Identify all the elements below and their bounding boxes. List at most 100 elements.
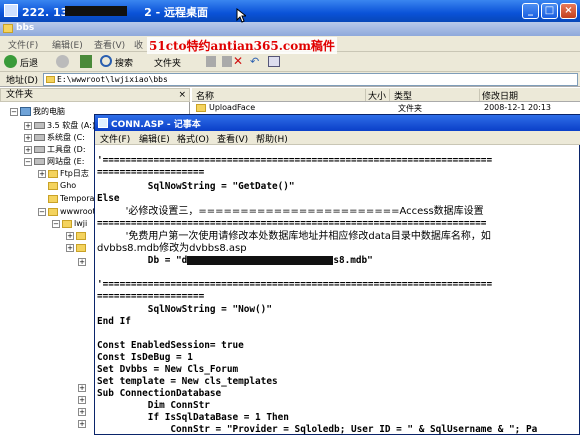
code-line: dvbbs8.mdb修改为dvbbs8.asp xyxy=(97,243,247,254)
code-line: Const EnabledSession= true xyxy=(97,340,244,351)
folder-icon xyxy=(62,219,72,228)
expand-icon[interactable]: + xyxy=(78,258,86,266)
tree-item[interactable]: Gho xyxy=(48,180,76,192)
code-line: =================== xyxy=(97,167,205,178)
folder-icon xyxy=(3,24,13,33)
code-line: '=======================================… xyxy=(97,155,493,166)
explorer-titlebar[interactable]: bbs xyxy=(0,22,580,36)
remote-desktop-titlebar[interactable]: 222. 134. 2 - 远程桌面 _ □ × xyxy=(0,0,580,22)
tree-item[interactable]: − lwji xyxy=(52,218,87,230)
expand-icon[interactable]: + xyxy=(66,243,74,252)
computer-icon xyxy=(20,107,31,116)
notepad-icon xyxy=(98,118,108,128)
forward-arrow-icon[interactable] xyxy=(56,55,69,68)
collapse-icon[interactable]: − xyxy=(24,157,32,166)
expand-icon[interactable]: + xyxy=(78,420,86,428)
expand-icon[interactable]: + xyxy=(78,408,86,416)
close-pane-icon[interactable]: × xyxy=(178,89,186,101)
minimize-button[interactable]: _ xyxy=(522,3,539,19)
menu-view[interactable]: 查看(V) xyxy=(217,132,248,145)
folder-icon xyxy=(48,169,58,178)
expand-icon[interactable]: + xyxy=(24,145,32,154)
tree-item[interactable]: + xyxy=(66,242,88,254)
file-date: 2008-12-1 20:13 xyxy=(484,103,551,112)
maximize-button[interactable]: □ xyxy=(541,3,558,19)
collapse-icon[interactable]: − xyxy=(10,107,18,116)
folder-icon xyxy=(48,194,58,203)
code-line-db: Db = "d s8.mdb" xyxy=(97,255,373,266)
expand-icon[interactable]: + xyxy=(66,231,74,240)
collapse-icon[interactable]: − xyxy=(38,207,46,216)
search-icon xyxy=(100,55,112,67)
expand-icon[interactable]: + xyxy=(24,133,32,142)
code-line: Const IsDeBug = 1 xyxy=(97,352,193,363)
code-line: Set template = New cls_templates xyxy=(97,376,278,387)
menu-file[interactable]: 文件(F) xyxy=(8,38,38,51)
collapse-icon[interactable]: − xyxy=(52,219,60,228)
menu-file[interactable]: 文件(F) xyxy=(100,132,130,145)
up-folder-icon[interactable] xyxy=(80,55,92,68)
expand-icon[interactable]: + xyxy=(78,396,86,404)
expand-icon[interactable]: + xyxy=(24,121,32,130)
folder-icon xyxy=(46,76,55,83)
back-arrow-icon xyxy=(4,55,17,68)
notepad-titlebar[interactable]: CONN.ASP - 记事本 xyxy=(95,115,580,131)
address-value: E:\wwwroot\lwjixiao\bbs xyxy=(57,75,168,84)
drive-icon xyxy=(34,158,45,165)
menu-view[interactable]: 查看(V) xyxy=(94,38,125,51)
tree-item[interactable]: + 系统盘 (C: xyxy=(24,132,85,144)
undo-icon[interactable]: ↶ xyxy=(250,55,259,68)
tree-expanders: + + + + + xyxy=(78,254,92,434)
floppy-icon xyxy=(34,122,45,129)
menu-favorites[interactable]: 收 xyxy=(134,38,143,51)
code-line: SqlNowString = "GetDate()" xyxy=(97,181,295,192)
tree-item[interactable]: − 我的电脑 xyxy=(10,106,65,118)
file-list-row[interactable]: UploadFace 文件夹 2008-12-1 20:13 xyxy=(192,102,580,114)
remote-desktop-icon xyxy=(4,4,18,17)
folders-button[interactable]: 文件夹 xyxy=(154,56,181,69)
menu-edit[interactable]: 编辑(E) xyxy=(52,38,83,51)
column-size[interactable]: 大小 xyxy=(368,89,390,102)
back-button[interactable]: 后退 xyxy=(20,56,38,69)
move-to-icon[interactable] xyxy=(206,56,216,67)
code-line: Set Dvbbs = New Cls_Forum xyxy=(97,364,239,375)
tree-item[interactable]: − wwwroot xyxy=(38,206,96,218)
close-button[interactable]: × xyxy=(560,3,577,19)
column-date[interactable]: 修改日期 xyxy=(482,89,578,102)
folder-icon xyxy=(48,207,58,216)
search-button[interactable]: 搜索 xyxy=(115,56,133,69)
copy-to-icon[interactable] xyxy=(222,56,232,67)
folder-pane-title: 文件夹 xyxy=(6,90,34,100)
notepad-text-area[interactable]: '=======================================… xyxy=(97,147,578,435)
column-type[interactable]: 类型 xyxy=(394,89,480,102)
folder-icon xyxy=(196,104,206,112)
code-line: ConnStr = "Provider = Sqloledb; User ID … xyxy=(97,424,538,435)
views-icon[interactable] xyxy=(268,56,280,67)
tree-item[interactable]: + xyxy=(66,230,88,242)
expand-icon[interactable]: + xyxy=(38,169,46,178)
code-line: ========================================… xyxy=(97,218,487,229)
menu-help[interactable]: 帮助(H) xyxy=(256,132,288,145)
tree-item[interactable]: +3.5 软盘 (A:) xyxy=(24,120,95,132)
folder-icon xyxy=(76,243,86,252)
delete-icon[interactable]: ✕ xyxy=(233,54,243,68)
tree-item[interactable]: Tempora xyxy=(48,193,94,205)
code-line: Dim ConnStr xyxy=(97,400,210,411)
column-name[interactable]: 名称 xyxy=(196,89,366,102)
notepad-title: CONN.ASP - 记事本 xyxy=(111,120,201,130)
tree-item[interactable]: − 网站盘 (E: xyxy=(24,156,84,168)
code-line: '必修改设置三，========================Access数据… xyxy=(97,206,484,217)
notepad-menubar: 文件(F) 编辑(E) 格式(O) 查看(V) 帮助(H) xyxy=(95,131,580,145)
tree-item[interactable]: + Ftp日志 xyxy=(38,168,89,180)
tree-item[interactable]: + 工具盘 (D: xyxy=(24,144,86,156)
code-line: If IsSqlDataBase = 1 Then xyxy=(97,412,289,423)
explorer-title: bbs xyxy=(16,23,35,33)
file-type: 文件夹 xyxy=(398,104,422,113)
drive-icon xyxy=(34,146,45,153)
menu-format[interactable]: 格式(O) xyxy=(177,132,209,145)
folder-icon xyxy=(76,231,86,240)
menu-edit[interactable]: 编辑(E) xyxy=(139,132,170,145)
redacted-path xyxy=(187,256,334,265)
address-input[interactable]: E:\wwwroot\lwjixiao\bbs xyxy=(43,73,578,86)
expand-icon[interactable]: + xyxy=(78,384,86,392)
